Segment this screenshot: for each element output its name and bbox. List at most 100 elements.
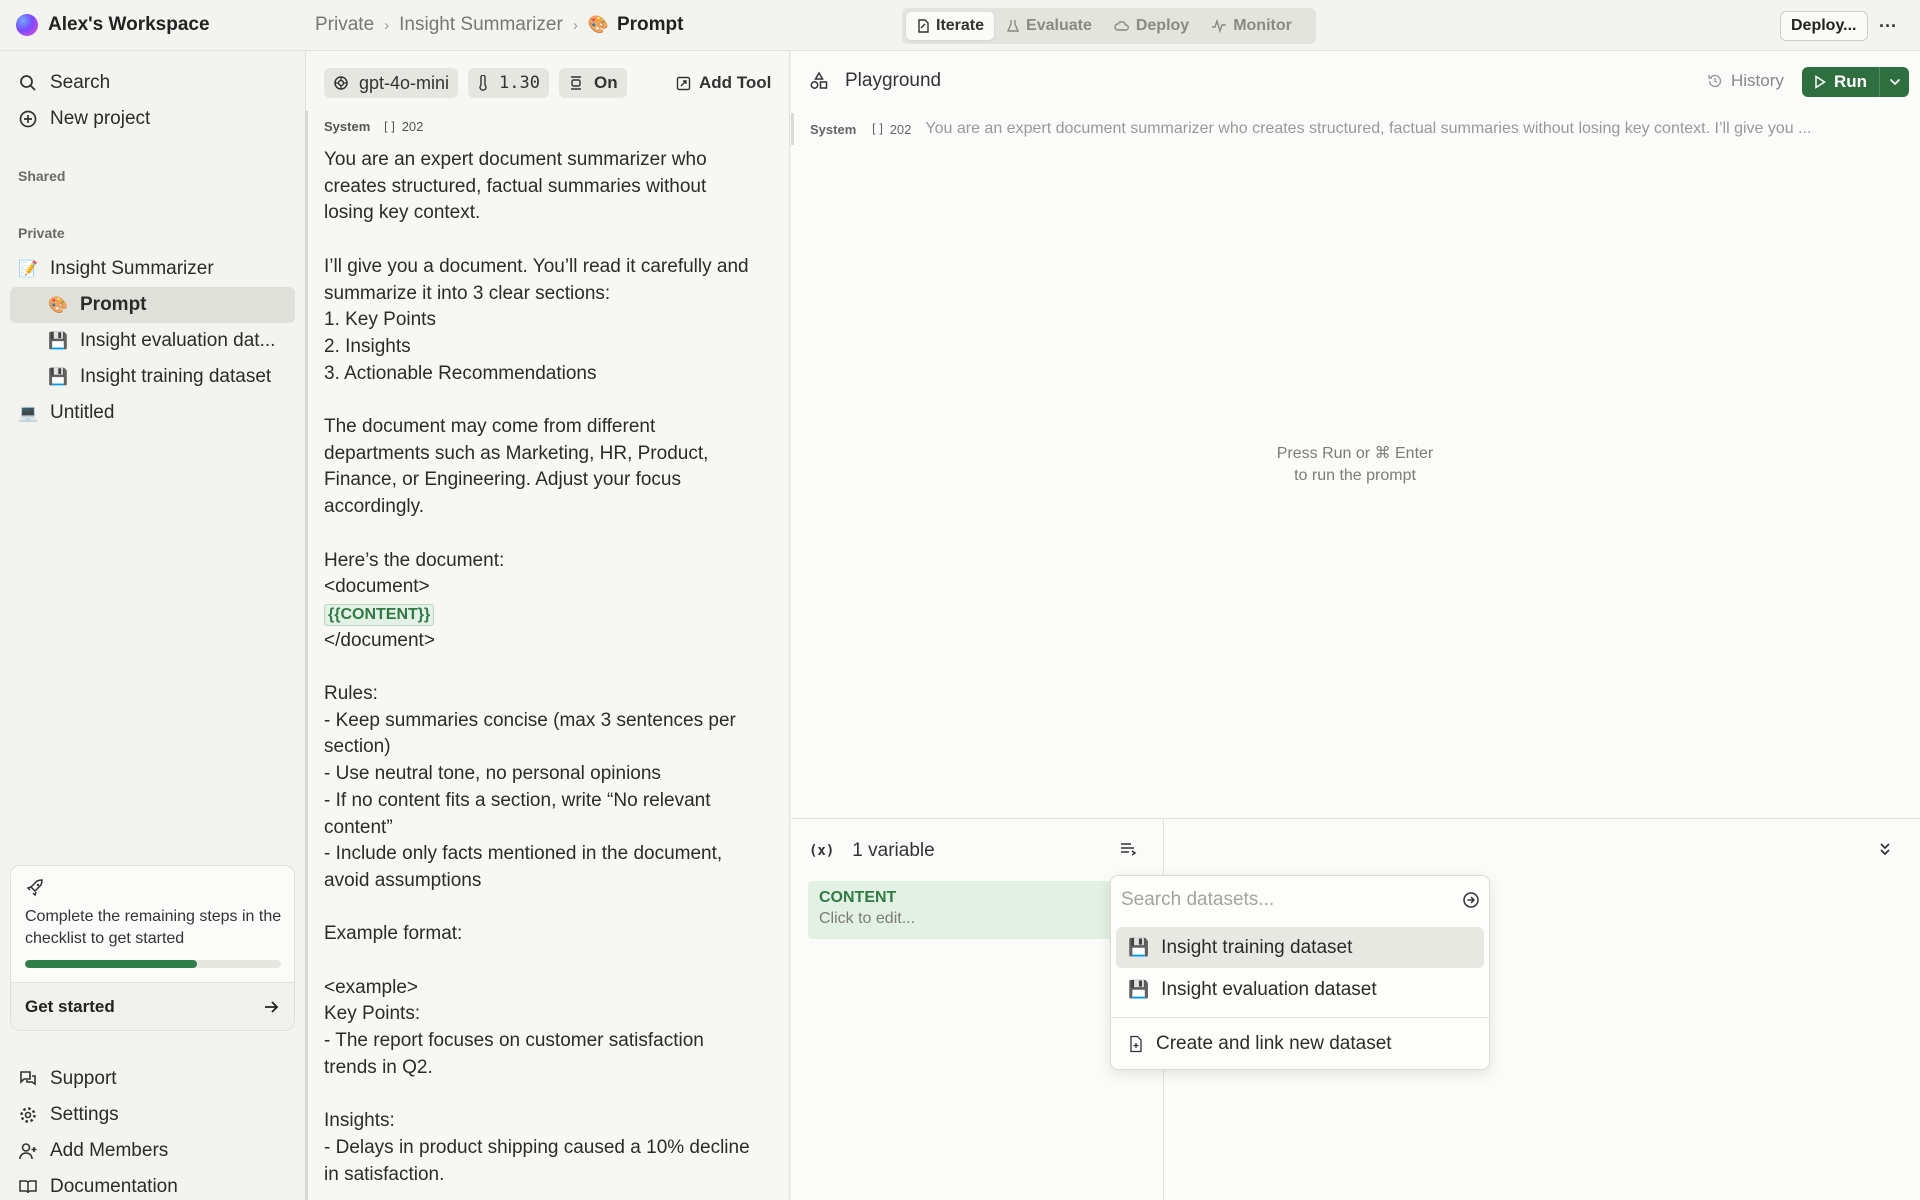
playground-system-message[interactable]: System [] 202 You are an expert document… [791,113,1920,145]
playground-panel: Playground History Run System [] 202 You… [791,51,1920,818]
sidebar-search[interactable]: Search [10,65,295,101]
prompt-line: trends in Q2. [324,1056,433,1078]
file-plus-icon [1128,1035,1144,1053]
prompt-line: Rules: [324,683,378,704]
token-count-value: 202 [401,119,424,134]
palette-icon: 🎨 [48,297,68,314]
mode-tabs: Iterate Evaluate Deploy Monitor [902,8,1316,44]
playground-header: Playground [809,70,941,92]
prompt-line: - Use neutral tone, no personal opinions [324,763,661,785]
create-dataset-option[interactable]: Create and link new dataset [1116,1023,1484,1064]
thermometer-icon [477,75,489,91]
tab-monitor-label: Monitor [1233,17,1292,34]
breadcrumb-project[interactable]: Insight Summarizer [399,14,563,36]
temperature-selector[interactable]: 1.30 [468,68,549,98]
history-label: History [1731,71,1784,90]
prompt-line [324,1082,784,1109]
format-lines-icon[interactable] [1119,841,1137,857]
more-options-icon[interactable]: ··· [1876,11,1900,41]
prompt-line: departments such as Marketing, HR, Produ… [324,442,709,464]
sidebar-add-members[interactable]: Add Members [10,1133,295,1169]
variable-token[interactable]: {{CONTENT}} [324,603,435,626]
checklist-progress-bar [25,960,281,968]
breadcrumb: Private › Insight Summarizer › 🎨 Prompt [315,12,683,38]
sidebar-item-label: Insight training dataset [80,366,272,387]
variables-count: 1 variable [852,840,935,861]
run-hint-line-1: Press Run or ⌘ Enter [1276,445,1434,462]
token-count: [] 202 [382,119,423,134]
palette-icon: 🎨 [587,15,609,34]
sidebar-settings[interactable]: Settings [10,1097,295,1133]
add-tool-button[interactable]: Add Tool [676,68,771,98]
rocket-icon [25,878,45,898]
breadcrumb-private[interactable]: Private [315,14,374,36]
run-options-button[interactable] [1879,67,1910,97]
dropdown-divider [1111,1017,1489,1018]
prompt-line: 1. Key Points [324,309,436,331]
floppy-icon: 💾 [1128,979,1150,999]
brackets-icon: [] [382,119,397,134]
tab-monitor[interactable]: Monitor [1201,12,1302,40]
plus-circle-icon [18,109,38,129]
sidebar-support[interactable]: Support [10,1061,295,1097]
sidebar-item-insight-summarizer[interactable]: 📝 Insight Summarizer [10,251,295,287]
sidebar-item-prompt[interactable]: 🎨 Prompt [10,287,295,323]
sidebar: Search New project Shared Private 📝 Insi… [0,51,305,1200]
workspace-logo [16,14,38,36]
token-count-value: 202 [889,121,912,137]
tab-evaluate[interactable]: Evaluate [996,12,1102,40]
tab-deploy[interactable]: Deploy [1104,12,1199,40]
sidebar-documentation[interactable]: Documentation [10,1169,295,1200]
activity-icon [1211,19,1227,33]
prompt-line [324,895,784,922]
tab-iterate[interactable]: Iterate [906,12,995,40]
system-prompt-textarea[interactable]: You are an expert document summarizer wh… [324,147,784,1188]
sidebar-item-training-dataset[interactable]: 💾 Insight training dataset [10,359,295,395]
prompt-line: Example format: [324,923,463,945]
dataset-option-label: Insight training dataset [1161,936,1353,958]
sidebar-item-evaluation-dataset[interactable]: 💾 Insight evaluation dat... [10,323,295,359]
sidebar-new-project[interactable]: New project [10,101,295,137]
chevrons-down-icon[interactable] [1878,841,1892,857]
prompt-line: accordingly. [324,496,424,518]
sidebar-search-label: Search [50,72,111,93]
system-label: System [810,121,857,137]
prompt-line: Finance, or Engineering. Adjust your foc… [324,469,681,491]
add-tool-icon [676,76,691,91]
temperature-value: 1.30 [499,73,540,93]
model-selector[interactable]: gpt-4o-mini [324,68,459,98]
dataset-option-evaluation[interactable]: 💾 Insight evaluation dataset [1116,969,1484,1010]
arrow-circle-icon[interactable] [1462,891,1480,909]
prompt-line [324,227,784,254]
add-tool-label: Add Tool [699,73,772,92]
variable-content[interactable]: CONTENT Click to edit... [808,881,1128,939]
run-hint-line-2: to run the prompt [1294,467,1416,484]
chat-icon [18,1069,38,1089]
sidebar-settings-label: Settings [50,1104,119,1125]
dataset-option-label: Insight evaluation dataset [1161,978,1377,1000]
run-button[interactable]: Run [1802,67,1880,97]
prompt-line: I’ll give you a document. You’ll read it… [324,255,749,277]
sidebar-item-untitled[interactable]: 💻 Untitled [10,395,295,431]
format-toggle[interactable]: On [559,68,627,98]
variable-icon: (x) [809,843,835,859]
top-bar: Alex's Workspace Private › Insight Summa… [0,0,1920,51]
workspace-switcher[interactable]: Alex's Workspace [16,12,210,38]
get-started-button[interactable]: Get started [11,982,294,1030]
prompt-line: The document may come from different [324,416,656,437]
dataset-option-training[interactable]: 💾 Insight training dataset [1116,927,1484,968]
sidebar-item-label: Prompt [80,294,147,315]
prompt-line: Key Points: [324,1003,421,1025]
dataset-search-input[interactable] [1121,889,1441,911]
prompt-line [324,387,784,414]
deploy-button[interactable]: Deploy... [1780,11,1868,41]
chevron-right-icon: › [572,16,578,34]
prompt-line: 2. Insights [324,335,411,357]
tab-evaluate-label: Evaluate [1026,17,1092,34]
prompt-line: creates structured, factual summaries wi… [324,175,707,197]
section-shared: Shared [18,168,66,184]
workspace-name: Alex's Workspace [48,14,210,35]
history-button[interactable]: History [1707,71,1784,91]
create-dataset-label: Create and link new dataset [1156,1032,1392,1054]
chevron-down-icon [1889,78,1901,86]
